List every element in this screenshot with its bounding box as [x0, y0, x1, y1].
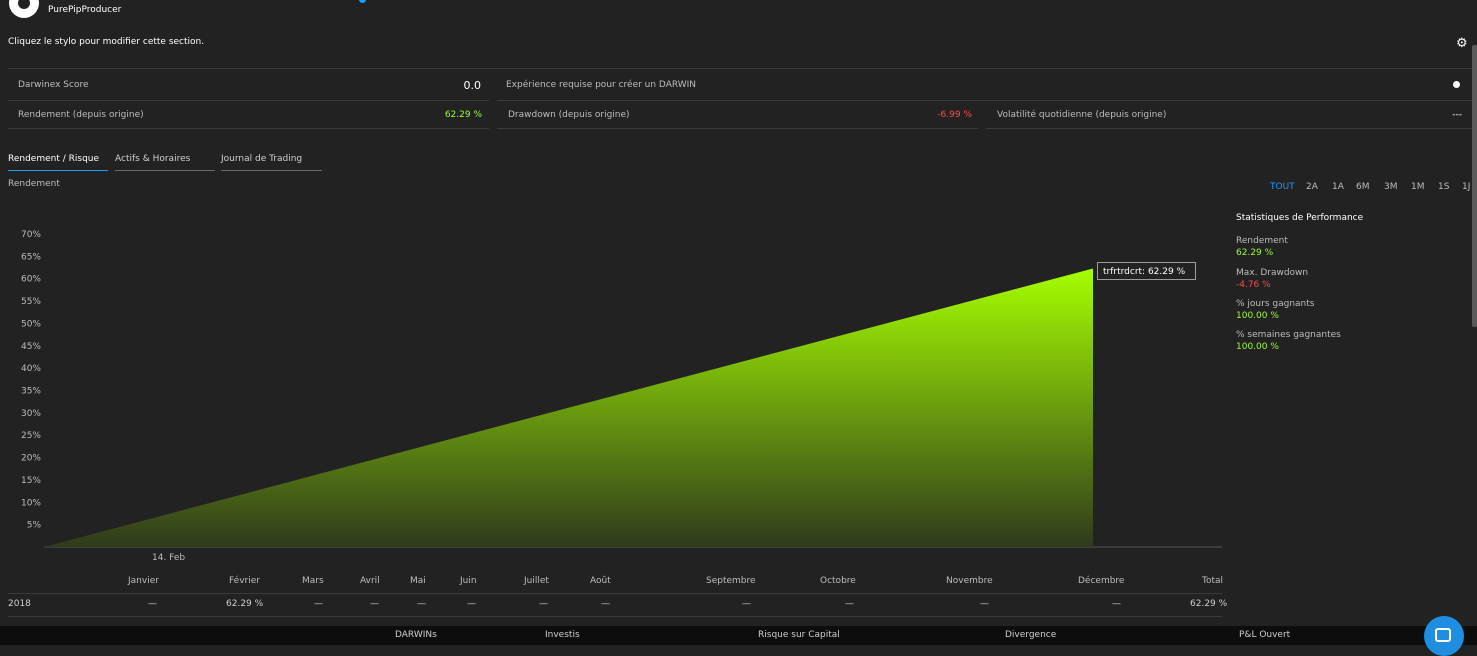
period-1m[interactable]: 1M: [1411, 182, 1425, 192]
table-cell: —: [742, 599, 751, 609]
month-header: Juin: [460, 576, 477, 586]
producer-avatar[interactable]: [9, 0, 39, 18]
table-cell: —: [417, 599, 426, 609]
stats-title: Statistiques de Performance: [1236, 213, 1364, 223]
period-1s[interactable]: 1S: [1438, 182, 1449, 192]
y-tick-label: 65%: [21, 252, 41, 262]
month-header: Avril: [360, 576, 380, 586]
chart-tooltip: trfrtrdcrt: 62.29 %: [1097, 262, 1196, 280]
table-cell: —: [314, 599, 323, 609]
return-chart: 5% 10% 15% 20% 25% 30% 35% 40% 45% 50% 55% 60% 65% 70…: [21, 230, 1222, 563]
table-cell-total: 62.29 %: [1190, 599, 1228, 609]
stat-value-rendement: 62.29 %: [1236, 248, 1274, 258]
table-cell: —: [148, 599, 157, 609]
footer-item-pl-ouvert[interactable]: P&L Ouvert: [1239, 630, 1290, 640]
divider: [8, 128, 489, 129]
tab-actifs-horaires[interactable]: Actifs & Horaires: [115, 154, 215, 171]
table-cell: —: [539, 599, 548, 609]
tab-journal-trading[interactable]: Journal de Trading: [221, 154, 322, 171]
y-tick-label: 40%: [21, 364, 41, 374]
period-3m[interactable]: 3M: [1384, 182, 1398, 192]
chat-icon: [1435, 628, 1451, 642]
experience-label: Expérience requise pour créer un DARWIN: [506, 80, 697, 90]
month-header: Total: [1202, 576, 1224, 586]
y-tick-label: 30%: [21, 409, 41, 419]
return-value: 62.29 %: [444, 110, 482, 120]
drawdown-label: Drawdown (depuis origine): [508, 110, 630, 120]
y-tick-label: 10%: [21, 498, 41, 508]
stat-label-semaines-gagnantes: % semaines gagnantes: [1236, 330, 1341, 340]
table-cell: 62.29 %: [226, 599, 264, 609]
divider: [497, 128, 978, 129]
stat-value-max-drawdown: -4.76 %: [1236, 280, 1271, 290]
y-axis: 5% 10% 15% 20% 25% 30% 35% 40% 45% 50% 55% 60% 65% 70…: [21, 230, 41, 531]
edit-hint-text: Cliquez le stylo pour modifier cette sec…: [8, 37, 205, 47]
stat-value-jours-gagnants: 100.00 %: [1236, 311, 1279, 321]
period-1j[interactable]: 1J: [1462, 182, 1470, 192]
y-tick-label: 70%: [21, 230, 41, 240]
stat-label-max-drawdown: Max. Drawdown: [1236, 268, 1309, 278]
stat-label-jours-gagnants: % jours gagnants: [1236, 299, 1315, 309]
stat-value-semaines-gagnantes: 100.00 %: [1236, 342, 1279, 352]
y-tick-label: 45%: [21, 342, 41, 352]
darwinex-score-value: 0.0: [463, 79, 482, 92]
scrollbar[interactable]: [1472, 45, 1477, 327]
footer-item-divergence[interactable]: Divergence: [1005, 630, 1056, 640]
return-label: Rendement (depuis origine): [18, 110, 144, 120]
darwinex-score-label: Darwinex Score: [18, 80, 89, 90]
table-cell: —: [980, 599, 989, 609]
month-header: Janvier: [128, 576, 159, 586]
table-cell: —: [601, 599, 610, 609]
divider: [986, 128, 1472, 129]
gear-icon[interactable]: ⚙: [1456, 37, 1470, 51]
y-tick-label: 35%: [21, 387, 41, 397]
table-cell: —: [845, 599, 854, 609]
y-tick-label: 50%: [21, 319, 41, 329]
x-tick-label: 14. Feb: [152, 553, 185, 563]
divider: [497, 100, 1472, 101]
period-6m[interactable]: 6M: [1356, 182, 1370, 192]
month-header: Mai: [410, 576, 426, 586]
footer-item-darwins[interactable]: DARWINs: [395, 630, 437, 640]
y-tick-label: 25%: [21, 431, 41, 441]
y-tick-label: 15%: [21, 476, 41, 486]
y-tick-label: 60%: [21, 275, 41, 285]
month-header: Novembre: [946, 576, 993, 586]
table-row-year: 2018: [8, 599, 31, 609]
month-header: Octobre: [820, 576, 856, 586]
status-dot-icon: [359, 0, 366, 3]
divider: [8, 68, 1472, 69]
table-cell: —: [370, 599, 379, 609]
volatility-label: Volatilité quotidienne (depuis origine): [997, 110, 1167, 120]
month-header: Juillet: [524, 576, 549, 586]
drawdown-value: -6.99 %: [937, 110, 972, 120]
divider: [8, 593, 1222, 594]
info-icon[interactable]: [1453, 81, 1460, 88]
y-tick-label: 5%: [27, 521, 42, 531]
month-header: Mars: [302, 576, 324, 586]
footer-item-investis[interactable]: Investis: [545, 630, 580, 640]
stat-label-rendement: Rendement: [1236, 236, 1288, 246]
volatility-value: ---: [1452, 110, 1462, 120]
period-tout[interactable]: TOUT: [1270, 182, 1295, 192]
producer-name[interactable]: PurePipProducer: [48, 5, 121, 15]
tab-rendement-risque[interactable]: Rendement / Risque: [8, 154, 108, 171]
y-tick-label: 20%: [21, 454, 41, 464]
month-header: Décembre: [1078, 576, 1125, 586]
table-cell: —: [1112, 599, 1121, 609]
month-header: Février: [229, 576, 260, 586]
period-2a[interactable]: 2A: [1306, 182, 1318, 192]
divider: [8, 616, 1222, 617]
y-tick-label: 55%: [21, 297, 41, 307]
section-label: Rendement: [8, 179, 60, 189]
divider: [8, 100, 489, 101]
return-area-series[interactable]: [44, 268, 1093, 547]
month-header: Août: [590, 576, 611, 586]
footer-item-risque-capital[interactable]: Risque sur Capital: [758, 630, 840, 640]
table-cell: —: [467, 599, 476, 609]
month-header: Septembre: [706, 576, 756, 586]
period-1a[interactable]: 1A: [1332, 182, 1344, 192]
